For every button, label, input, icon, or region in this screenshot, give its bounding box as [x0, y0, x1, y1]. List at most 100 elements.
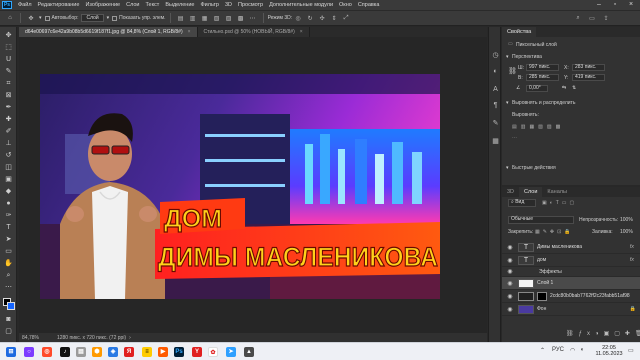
width-field[interactable]: 997 пикс.: [526, 64, 559, 71]
history-brush-icon[interactable]: ↺: [3, 151, 14, 161]
app-icon[interactable]: ✿: [208, 347, 218, 357]
close-icon[interactable]: ×: [188, 29, 191, 35]
app-icon[interactable]: ≡: [142, 347, 152, 357]
app-icon[interactable]: ▲: [244, 347, 254, 357]
paragraph-icon[interactable]: ¶: [491, 101, 500, 110]
app-icon[interactable]: ◈: [108, 347, 118, 357]
layer-row[interactable]: ◉ 2cdc80b0bab7762ff2c23fabb51af98e: [502, 290, 640, 303]
close-icon[interactable]: ×: [300, 29, 303, 35]
slide-3d-icon[interactable]: ⇕: [330, 14, 338, 22]
filter-icons[interactable]: ▣◐T▭▢: [542, 200, 577, 206]
tab-layers[interactable]: Слои: [519, 187, 543, 197]
move-tool-icon[interactable]: ✥: [3, 31, 14, 41]
adjustments-icon[interactable]: ◐: [491, 67, 500, 76]
workspace-icon[interactable]: ▭: [588, 14, 596, 22]
roll-3d-icon[interactable]: ↻: [306, 14, 314, 22]
telegram-icon[interactable]: ➤: [226, 347, 236, 357]
menu-3d[interactable]: 3D: [222, 2, 235, 8]
zoom-level[interactable]: 84,78%: [22, 335, 39, 341]
eye-icon[interactable]: ◉: [506, 268, 514, 275]
move-tool-icon[interactable]: ✥: [27, 14, 35, 22]
menu-plugins[interactable]: Дополнительные модули: [266, 2, 336, 8]
minimize-icon[interactable]: –: [592, 0, 606, 10]
chevron-down-icon[interactable]: ▾: [506, 54, 509, 60]
chevron-down-icon[interactable]: ▾: [107, 15, 110, 21]
show-controls-checkbox[interactable]: [112, 15, 118, 21]
layer-kind-filter[interactable]: ⌕ Вид: [508, 199, 536, 207]
share-icon[interactable]: ⇪: [602, 14, 610, 22]
autoselect-checkbox[interactable]: [44, 15, 50, 21]
eyedropper-icon[interactable]: ✒: [3, 103, 14, 113]
opacity-value[interactable]: 100%: [620, 217, 633, 223]
close-icon[interactable]: ×: [624, 0, 638, 10]
height-field[interactable]: 285 пикс.: [526, 74, 559, 81]
menu-layers[interactable]: Слои: [123, 2, 142, 8]
brush-settings-icon[interactable]: ✎: [491, 119, 500, 128]
orbit-3d-icon[interactable]: ◎: [294, 14, 302, 22]
layer-row[interactable]: ◉ T дом fx: [502, 254, 640, 267]
tab-document-2[interactable]: Стильно.psd @ 50% (НОВЫЙ, RGB/8#) ×: [197, 27, 310, 37]
blur-tool-icon[interactable]: ◆: [3, 187, 14, 197]
document-canvas[interactable]: ДОМ ДИМЫ МАСЛЕНИКОВА: [40, 74, 440, 299]
eye-icon[interactable]: ◉: [506, 306, 514, 313]
lasso-tool-icon[interactable]: ᑌ: [3, 55, 14, 65]
app-icon[interactable]: ⬢: [92, 347, 102, 357]
tray-chevron-icon[interactable]: ⌃: [540, 347, 545, 354]
volume-icon[interactable]: ◖: [580, 347, 584, 353]
eraser-tool-icon[interactable]: ◫: [3, 163, 14, 173]
fx-icon[interactable]: fx: [630, 257, 634, 263]
align-top-icon[interactable]: ▧: [213, 14, 221, 22]
align-left-icon[interactable]: ▤: [177, 14, 185, 22]
pan-3d-icon[interactable]: ✣: [318, 14, 326, 22]
eye-icon[interactable]: ◉: [506, 293, 514, 300]
start-icon[interactable]: ⊞: [6, 347, 16, 357]
chevron-down-icon[interactable]: ▾: [506, 100, 509, 106]
home-icon[interactable]: ⌂: [6, 14, 14, 22]
photoshop-taskbar-icon[interactable]: Ps: [174, 347, 184, 357]
gradient-tool-icon[interactable]: ▣: [3, 175, 14, 185]
flip-vertical-icon[interactable]: ⇅: [572, 85, 576, 91]
menu-view[interactable]: Просмотр: [235, 2, 266, 8]
brush-tool-icon[interactable]: ✐: [3, 127, 14, 137]
clock[interactable]: 22:05 11.05.2023: [594, 345, 624, 357]
layer-row-selected[interactable]: ◉ Слой 1: [502, 277, 640, 290]
tiktok-icon[interactable]: ♪: [60, 347, 70, 357]
screen-mode-icon[interactable]: ▢: [3, 327, 14, 337]
keyboard-lang[interactable]: РУС: [552, 347, 564, 353]
autoselect-dropdown[interactable]: Слой: [81, 14, 104, 22]
app-icon[interactable]: ▶: [158, 347, 168, 357]
yandex-browser-icon[interactable]: Y: [192, 347, 202, 357]
marquee-tool-icon[interactable]: ⬚: [3, 43, 14, 53]
angle-field[interactable]: 0,00°: [526, 85, 548, 92]
more-options-icon[interactable]: ⋯: [249, 14, 257, 22]
background-color-swatch[interactable]: [7, 302, 15, 310]
eye-icon[interactable]: ◉: [506, 244, 514, 251]
hand-tool-icon[interactable]: ✋: [3, 259, 14, 269]
tab-3d[interactable]: 3D: [502, 187, 519, 197]
chevron-right-icon[interactable]: ›: [129, 335, 131, 341]
fx-icon[interactable]: fx: [630, 244, 634, 250]
tab-document-1[interactable]: d64e00697c6e42a9b08b5d6619f187f1.jpg @ 8…: [19, 27, 198, 37]
zoom-tool-icon[interactable]: ⌕: [3, 271, 14, 281]
eye-icon[interactable]: ◉: [506, 257, 514, 264]
tab-channels[interactable]: Каналы: [542, 187, 572, 197]
flip-horizontal-icon[interactable]: ⇆: [562, 85, 566, 91]
chevron-down-icon[interactable]: ▾: [39, 15, 42, 21]
lock-icons[interactable]: ▦✎✥⊡🔒: [535, 229, 574, 235]
menu-text[interactable]: Текст: [142, 2, 162, 8]
menu-edit[interactable]: Редактирование: [35, 2, 83, 8]
menu-help[interactable]: Справка: [355, 2, 383, 8]
notifications-icon[interactable]: ▭: [628, 347, 634, 354]
search-icon[interactable]: ○: [24, 347, 34, 357]
path-select-icon[interactable]: ➤: [3, 235, 14, 245]
blend-mode-dropdown[interactable]: Обычные: [508, 216, 574, 224]
pen-tool-icon[interactable]: ✑: [3, 211, 14, 221]
tab-properties[interactable]: Свойства: [502, 27, 537, 37]
swatches-icon[interactable]: ▦: [491, 137, 500, 146]
layer-actions[interactable]: ⛓ƒx◑▣▢✚🗑: [566, 330, 640, 337]
x-field[interactable]: 283 пикс.: [572, 64, 605, 71]
align-right-icon[interactable]: ▦: [201, 14, 209, 22]
quick-mask-icon[interactable]: ◙: [3, 315, 14, 325]
menu-image[interactable]: Изображение: [82, 2, 123, 8]
chevron-down-icon[interactable]: ▾: [506, 165, 509, 171]
